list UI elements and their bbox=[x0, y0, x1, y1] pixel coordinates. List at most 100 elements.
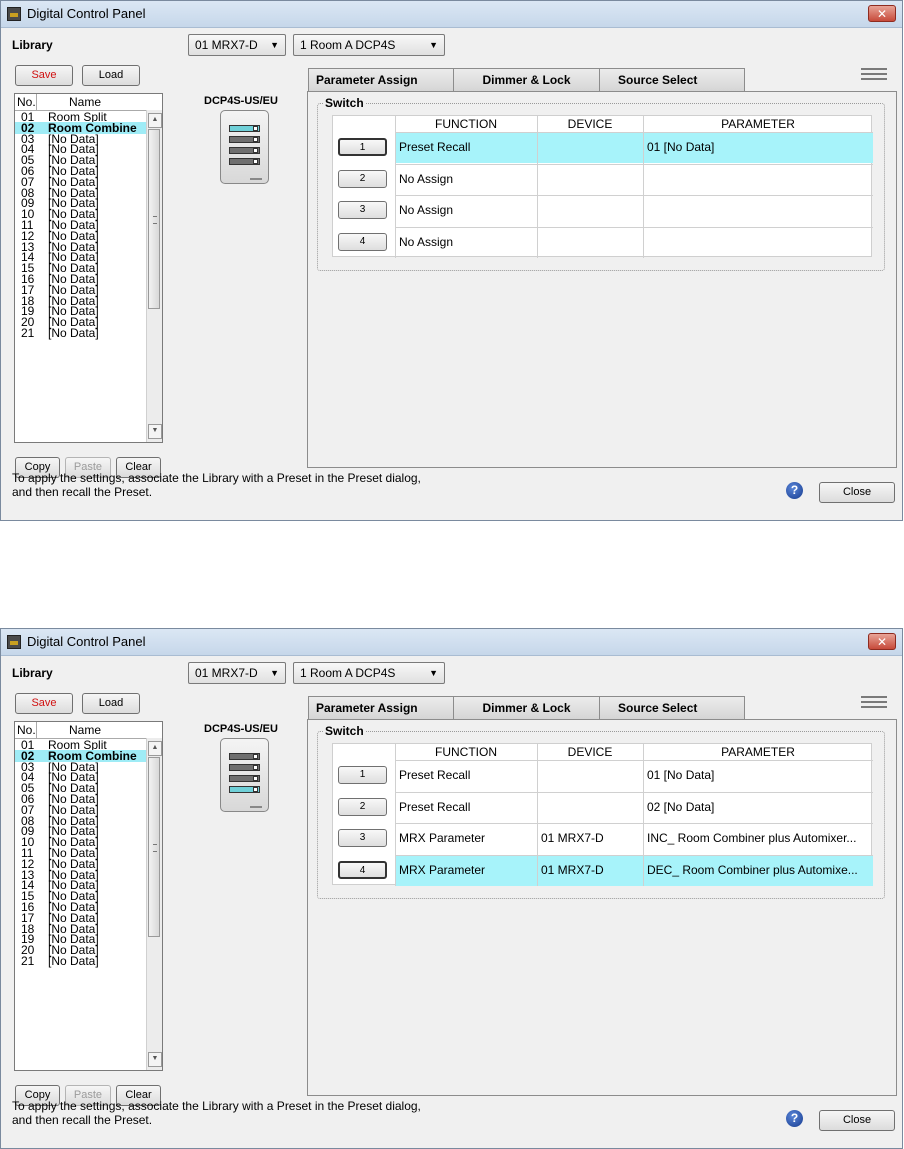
instructions-line-2: and then recall the Preset. bbox=[12, 485, 153, 499]
list-item[interactable]: 21 [No Data] bbox=[15, 955, 147, 967]
help-icon[interactable]: ? bbox=[786, 1110, 803, 1127]
grip-icon bbox=[153, 216, 157, 224]
switch-number-button[interactable]: 2 bbox=[338, 797, 387, 816]
tab-parameter-assign[interactable]: Parameter Assign bbox=[308, 696, 454, 720]
column-header-device: DEVICE bbox=[567, 745, 613, 759]
title-bar[interactable]: Digital Control Panel ✕ bbox=[1, 629, 902, 656]
tab-source-select[interactable]: Source Select bbox=[599, 696, 745, 720]
switch-number-button[interactable]: 3 bbox=[338, 201, 387, 219]
list-scrollbar[interactable]: ▲ ▼ bbox=[146, 738, 162, 1070]
cell-parameter[interactable]: INC_ Room Combiner plus Automixer... bbox=[647, 823, 871, 854]
tab-parameter-assign[interactable]: Parameter Assign bbox=[308, 68, 454, 92]
column-separator bbox=[36, 722, 37, 738]
window-close-button[interactable]: ✕ bbox=[868, 633, 896, 650]
help-icon[interactable]: ? bbox=[786, 482, 803, 499]
instructions-line-1: To apply the settings, associate the Lib… bbox=[12, 1099, 421, 1113]
instructions-text: To apply the settings, associate the Lib… bbox=[12, 1099, 421, 1127]
instructions-line-1: To apply the settings, associate the Lib… bbox=[12, 471, 421, 485]
panel-key-4[interactable] bbox=[229, 158, 260, 165]
column-header-parameter: PARAMETER bbox=[721, 745, 795, 759]
column-divider bbox=[395, 116, 396, 258]
panel-key-3[interactable] bbox=[229, 147, 260, 154]
menu-icon[interactable] bbox=[861, 696, 887, 710]
tab-source-select[interactable]: Source Select bbox=[599, 68, 745, 92]
panel-key-2[interactable] bbox=[229, 764, 260, 771]
cell-function[interactable]: Preset Recall bbox=[399, 792, 535, 823]
device-select[interactable]: 01 MRX7-D ▼ bbox=[188, 662, 286, 684]
column-divider bbox=[537, 116, 538, 258]
panel-key-2[interactable] bbox=[229, 136, 260, 143]
list-item-number: 21 bbox=[21, 954, 35, 968]
list-item-name: [No Data] bbox=[48, 954, 99, 968]
panel-key-1[interactable] bbox=[229, 125, 260, 132]
switch-number-button[interactable]: 4 bbox=[338, 232, 387, 251]
load-button[interactable]: Load bbox=[82, 693, 140, 714]
title-bar[interactable]: Digital Control Panel ✕ bbox=[1, 1, 902, 28]
cell-device[interactable]: 01 MRX7-D bbox=[541, 823, 641, 854]
panel-key-1[interactable] bbox=[229, 753, 260, 760]
close-button[interactable]: Close bbox=[819, 1110, 895, 1131]
column-divider bbox=[643, 116, 644, 258]
dcp-panel-image[interactable] bbox=[220, 110, 269, 184]
scroll-up-arrow-icon[interactable]: ▲ bbox=[148, 113, 162, 128]
column-header-parameter: PARAMETER bbox=[721, 117, 795, 131]
panel-model-label: DCP4S-US/EU bbox=[204, 95, 278, 107]
switch-table: FUNCTION DEVICE PARAMETER 1 Preset Recall… bbox=[332, 743, 873, 886]
switch-number-button[interactable]: 3 bbox=[338, 829, 387, 847]
switch-number-button[interactable]: 1 bbox=[338, 766, 387, 784]
panel-select[interactable]: 1 Room A DCP4S ▼ bbox=[293, 34, 445, 56]
load-button[interactable]: Load bbox=[82, 65, 140, 86]
panel-key-3[interactable] bbox=[229, 775, 260, 782]
scroll-thumb[interactable] bbox=[148, 129, 160, 309]
close-button[interactable]: Close bbox=[819, 482, 895, 503]
switch-number-button[interactable]: 1 bbox=[338, 138, 387, 156]
column-header-name: Name bbox=[69, 723, 102, 737]
chevron-down-icon: ▼ bbox=[429, 668, 438, 678]
app-icon bbox=[7, 7, 21, 21]
cell-function[interactable]: Preset Recall bbox=[399, 760, 535, 791]
cell-function[interactable]: Preset Recall bbox=[399, 132, 535, 163]
list-header: No. Name bbox=[15, 722, 147, 739]
tab-dimmer-lock[interactable]: Dimmer & Lock bbox=[453, 696, 600, 720]
brand-logo-icon bbox=[250, 178, 262, 180]
cell-function[interactable]: No Assign bbox=[399, 195, 535, 226]
save-button[interactable]: Save bbox=[15, 693, 73, 714]
switch-number-button[interactable]: 2 bbox=[338, 169, 387, 188]
panel-key-4[interactable] bbox=[229, 786, 260, 793]
list-item[interactable]: 21 [No Data] bbox=[15, 327, 147, 339]
dcp-panel-image[interactable] bbox=[220, 738, 269, 812]
scroll-down-arrow-icon[interactable]: ▼ bbox=[148, 1052, 162, 1067]
list-scrollbar[interactable]: ▲ ▼ bbox=[146, 110, 162, 442]
scroll-down-arrow-icon[interactable]: ▼ bbox=[148, 424, 162, 439]
scroll-up-arrow-icon[interactable]: ▲ bbox=[148, 741, 162, 756]
cell-function[interactable]: No Assign bbox=[399, 164, 535, 195]
cell-parameter[interactable]: 01 [No Data] bbox=[647, 132, 871, 163]
cell-device[interactable]: 01 MRX7-D bbox=[541, 855, 641, 886]
column-header-device: DEVICE bbox=[567, 117, 613, 131]
panel-select[interactable]: 1 Room A DCP4S ▼ bbox=[293, 662, 445, 684]
window-close-button[interactable]: ✕ bbox=[868, 5, 896, 22]
panel-model-label: DCP4S-US/EU bbox=[204, 723, 278, 735]
library-list[interactable]: No. Name 01 Room Split 02 Room Combine 03 [No… bbox=[14, 721, 163, 1071]
menu-icon[interactable] bbox=[861, 68, 887, 82]
library-list[interactable]: No. Name 01 Room Split 02 Room Combine 03 [No… bbox=[14, 93, 163, 443]
scroll-thumb[interactable] bbox=[148, 757, 160, 937]
cell-function[interactable]: No Assign bbox=[399, 227, 535, 258]
chevron-down-icon: ▼ bbox=[429, 40, 438, 50]
cell-parameter[interactable]: 01 [No Data] bbox=[647, 760, 871, 791]
column-separator bbox=[36, 94, 37, 110]
cell-parameter[interactable]: DEC_ Room Combiner plus Automixe... bbox=[647, 855, 871, 886]
save-button[interactable]: Save bbox=[15, 65, 73, 86]
column-divider bbox=[395, 744, 396, 886]
digital-control-panel-dialog: Digital Control Panel ✕ Library 01 MRX7-… bbox=[0, 628, 903, 1149]
device-select[interactable]: 01 MRX7-D ▼ bbox=[188, 34, 286, 56]
instructions-text: To apply the settings, associate the Lib… bbox=[12, 471, 421, 499]
list-item-number: 21 bbox=[21, 326, 35, 340]
switch-number-button[interactable]: 4 bbox=[338, 860, 387, 879]
cell-function[interactable]: MRX Parameter bbox=[399, 823, 535, 854]
tab-dimmer-lock[interactable]: Dimmer & Lock bbox=[453, 68, 600, 92]
column-header-no: No. bbox=[17, 723, 36, 737]
grip-icon bbox=[153, 844, 157, 852]
cell-parameter[interactable]: 02 [No Data] bbox=[647, 792, 871, 823]
cell-function[interactable]: MRX Parameter bbox=[399, 855, 535, 886]
